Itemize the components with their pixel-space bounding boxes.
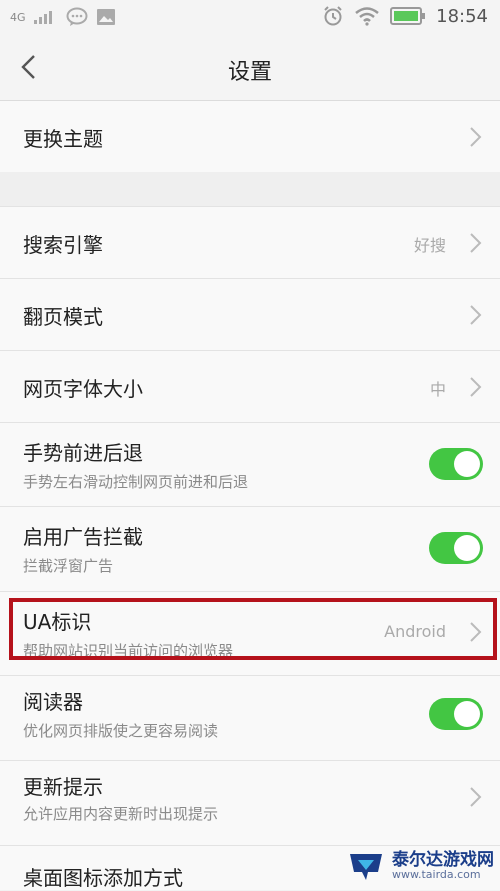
row-label: 手势前进后退: [23, 441, 143, 465]
row-description: 帮助网站识别当前访问的浏览器: [23, 642, 234, 660]
signal-icon: [33, 11, 52, 24]
clock: 18:54: [436, 5, 488, 27]
row-description: 优化网页排版使之更容易阅读: [23, 722, 219, 740]
watermark-name: 泰尔达游戏网: [392, 850, 494, 870]
settings-row-search-engine[interactable]: 搜索引擎 好搜: [0, 207, 500, 279]
page-title: 设置: [227, 60, 272, 85]
row-label: 桌面图标添加方式: [23, 866, 183, 890]
chevron-right-icon: [470, 305, 482, 325]
reader-toggle[interactable]: [429, 698, 483, 730]
row-description: 允许应用内容更新时出现提示: [23, 805, 219, 823]
settings-row-theme[interactable]: 更换主题: [0, 101, 500, 173]
settings-row-font-size[interactable]: 网页字体大小 中: [0, 351, 500, 423]
row-label: 网页字体大小: [23, 377, 143, 401]
chevron-right-icon: [470, 622, 482, 642]
image-icon: [96, 9, 115, 25]
watermark-logo-icon: [350, 854, 382, 880]
row-value: 好搜: [413, 236, 446, 255]
toggle-knob: [454, 701, 480, 727]
settings-row-ua[interactable]: UA标识 帮助网站识别当前访问的浏览器 Android: [0, 592, 500, 676]
chevron-right-icon: [470, 787, 482, 807]
row-value: 中: [429, 380, 446, 399]
settings-row-reader[interactable]: 阅读器 优化网页排版使之更容易阅读: [0, 676, 500, 761]
status-bar: 4G 18:54: [0, 0, 500, 34]
row-value: Android: [384, 622, 446, 641]
row-description: 拦截浮窗广告: [23, 557, 114, 575]
chevron-right-icon: [470, 233, 482, 253]
alarm-icon: [324, 6, 342, 26]
row-label: 翻页模式: [23, 305, 103, 329]
settings-row-page-turn[interactable]: 翻页模式: [0, 279, 500, 351]
toggle-knob: [454, 451, 480, 477]
row-label: 阅读器: [23, 690, 83, 714]
settings-row-gesture[interactable]: 手势前进后退 手势左右滑动控制网页前进和后退: [0, 423, 500, 507]
chevron-right-icon: [470, 377, 482, 397]
row-description: 手势左右滑动控制网页前进和后退: [23, 473, 249, 491]
gesture-toggle[interactable]: [429, 448, 483, 480]
row-label: 更新提示: [23, 775, 103, 799]
watermark: 泰尔达游戏网 www.tairda.com: [346, 850, 494, 882]
row-label: 搜索引擎: [23, 233, 103, 257]
app-header: 设置: [0, 34, 500, 101]
row-label: 更换主题: [23, 127, 103, 151]
section-divider: [0, 172, 500, 207]
battery-icon: [390, 7, 426, 25]
row-label: 启用广告拦截: [23, 525, 143, 549]
network-label: 4G: [10, 10, 26, 24]
toggle-knob: [454, 535, 480, 561]
row-label: UA标识: [23, 610, 92, 634]
adblock-toggle[interactable]: [429, 532, 483, 564]
wifi-icon: [355, 7, 379, 26]
chevron-right-icon: [470, 127, 482, 147]
settings-row-adblock[interactable]: 启用广告拦截 拦截浮窗广告: [0, 507, 500, 592]
watermark-url: www.tairda.com: [392, 868, 481, 881]
settings-row-update[interactable]: 更新提示 允许应用内容更新时出现提示: [0, 761, 500, 846]
chat-icon: [66, 7, 88, 26]
